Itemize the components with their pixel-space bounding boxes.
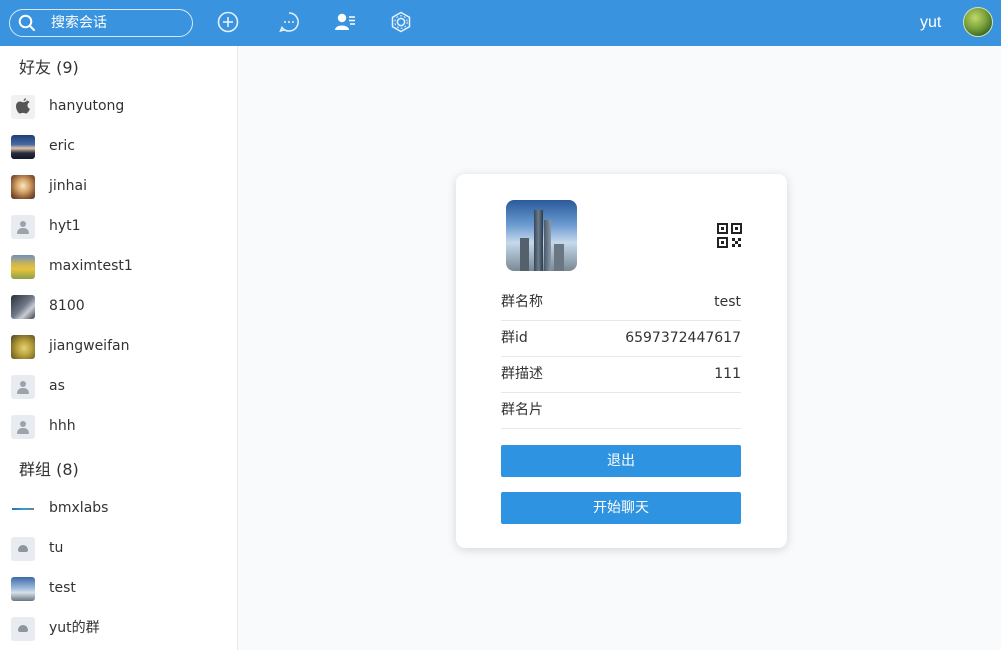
friend-avatar	[11, 295, 35, 319]
group-avatar	[11, 497, 35, 521]
friend-avatar	[11, 255, 35, 279]
contacts-sidebar: 好友 (9) hanyutong eric jinhai hyt1 maximt…	[0, 46, 238, 650]
friend-item[interactable]: maximtest1	[0, 247, 238, 287]
group-description-row: 群描述 111	[501, 357, 741, 393]
qr-code-icon[interactable]	[717, 223, 742, 248]
contacts-icon[interactable]	[334, 11, 356, 33]
friend-item[interactable]: hhh	[0, 407, 238, 447]
group-id-row: 群id 6597372447617	[501, 321, 741, 357]
group-avatar	[11, 617, 35, 641]
search-placeholder: 搜索会话	[51, 15, 107, 31]
friend-name: jinhai	[49, 178, 87, 194]
friend-name: hhh	[49, 418, 76, 434]
quit-group-button[interactable]: 退出	[501, 445, 741, 477]
settings-icon[interactable]	[390, 11, 412, 33]
friend-avatar	[11, 335, 35, 359]
friend-item[interactable]: hyt1	[0, 207, 238, 247]
start-chat-button[interactable]: 开始聊天	[501, 492, 741, 524]
friend-item[interactable]: jinhai	[0, 167, 238, 207]
friend-name: maximtest1	[49, 258, 133, 274]
group-card-label: 群名片	[501, 402, 543, 418]
friend-name: hyt1	[49, 218, 81, 234]
group-name-value: test	[714, 294, 741, 310]
group-item[interactable]: tu	[0, 529, 238, 569]
friend-name: as	[49, 378, 65, 394]
friend-avatar	[11, 175, 35, 199]
friend-item[interactable]: jiangweifan	[0, 327, 238, 367]
group-info-avatar	[506, 200, 577, 271]
friend-avatar	[11, 415, 35, 439]
friend-name: hanyutong	[49, 98, 125, 114]
group-id-label: 群id	[501, 330, 528, 346]
friend-item[interactable]: hanyutong	[0, 87, 238, 127]
friend-item[interactable]: 8100	[0, 287, 238, 327]
group-item[interactable]: test	[0, 569, 238, 609]
group-card-row[interactable]: 群名片	[501, 393, 741, 429]
friend-item[interactable]: as	[0, 367, 238, 407]
friends-section-title: 好友 (9)	[19, 58, 79, 77]
add-icon[interactable]	[217, 11, 239, 33]
group-name: tu	[49, 540, 64, 556]
friend-item[interactable]: eric	[0, 127, 238, 167]
username[interactable]: yut	[920, 13, 941, 32]
user-avatar[interactable]	[963, 7, 993, 37]
group-name: test	[49, 580, 76, 596]
chat-icon[interactable]	[278, 11, 300, 33]
group-id-value: 6597372447617	[625, 330, 741, 346]
friend-name: 8100	[49, 298, 85, 314]
apple-icon	[16, 98, 30, 114]
group-item[interactable]: yut的群	[0, 609, 238, 649]
friend-avatar	[11, 215, 35, 239]
friend-avatar	[11, 375, 35, 399]
group-name: bmxlabs	[49, 500, 109, 516]
top-bar: 搜索会话 yut	[0, 0, 1001, 46]
search-box[interactable]: 搜索会话	[9, 9, 193, 37]
group-info-card: 群名称 test 群id 6597372447617 群描述 111 群名片 退…	[456, 174, 787, 548]
friend-avatar	[11, 135, 35, 159]
groups-section-title: 群组 (8)	[19, 460, 79, 479]
group-name: yut的群	[49, 620, 100, 636]
search-icon	[18, 14, 35, 31]
group-name-row: 群名称 test	[501, 285, 741, 321]
friend-name: eric	[49, 138, 75, 154]
friend-avatar	[11, 95, 35, 119]
friend-name: jiangweifan	[49, 338, 130, 354]
group-description-label: 群描述	[501, 366, 543, 382]
group-name-label: 群名称	[501, 294, 543, 310]
group-item[interactable]: bmxlabs	[0, 489, 238, 529]
group-description-value: 111	[714, 366, 741, 382]
group-avatar	[11, 537, 35, 561]
group-avatar	[11, 577, 35, 601]
